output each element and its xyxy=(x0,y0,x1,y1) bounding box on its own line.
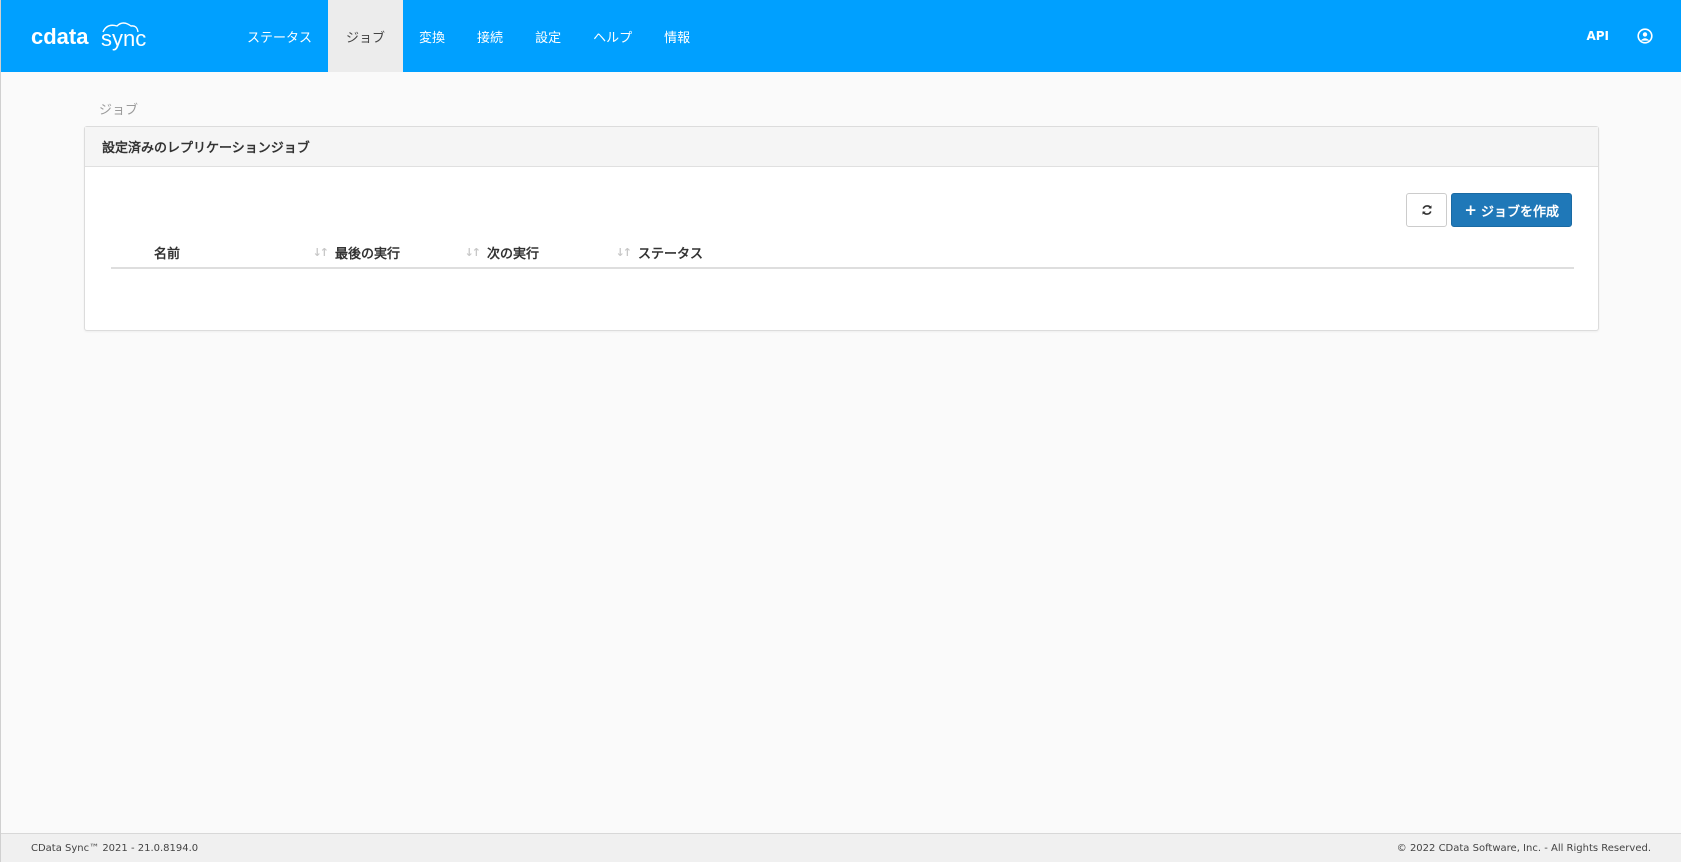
column-header-name[interactable]: 名前 ↓↑ xyxy=(111,237,335,269)
main-nav: ステータス ジョブ 変換 接続 設定 ヘルプ 情報 xyxy=(231,0,706,72)
sort-icon: ↓↑ xyxy=(464,245,482,259)
nav-jobs[interactable]: ジョブ xyxy=(328,0,404,72)
user-circle-icon[interactable] xyxy=(1637,28,1653,44)
table-header-row: 名前 ↓↑ 最後の実行 ↓↑ 次の実行 ↓↑ ステータス xyxy=(111,237,1574,269)
nav-right: API xyxy=(1586,0,1681,72)
nav-connections[interactable]: 接続 xyxy=(461,0,519,72)
panel-title: 設定済みのレプリケーションジョブ xyxy=(85,127,1598,167)
top-navbar: cdata sync ステータス ジョブ 変換 接続 設定 ヘルプ 情報 API xyxy=(1,0,1681,72)
panel-toolbar: + ジョブを作成 xyxy=(1406,193,1572,227)
column-label-last-run: 最後の実行 xyxy=(335,246,401,262)
plus-icon: + xyxy=(1464,200,1477,219)
svg-text:sync: sync xyxy=(101,26,146,51)
create-job-button[interactable]: + ジョブを作成 xyxy=(1451,193,1572,227)
jobs-panel: 設定済みのレプリケーションジョブ + ジョブを作成 名前 ↓↑ 最後の実行 ↓↑… xyxy=(84,126,1599,331)
nav-info[interactable]: 情報 xyxy=(648,0,706,72)
column-label-next-run: 次の実行 xyxy=(487,246,540,262)
footer: CData Sync™ 2021 - 21.0.8194.0 © 2022 CD… xyxy=(1,833,1681,862)
sort-icon: ↓↑ xyxy=(615,245,633,259)
jobs-table: 名前 ↓↑ 最後の実行 ↓↑ 次の実行 ↓↑ ステータス xyxy=(111,237,1574,269)
column-header-last-run[interactable]: 最後の実行 ↓↑ xyxy=(335,237,487,269)
footer-version: CData Sync™ 2021 - 21.0.8194.0 xyxy=(31,842,199,854)
column-header-status[interactable]: ステータス xyxy=(638,237,1574,269)
brand-logo[interactable]: cdata sync xyxy=(1,0,221,72)
panel-body: + ジョブを作成 名前 ↓↑ 最後の実行 ↓↑ 次の実行 ↓↑ ステータス xyxy=(85,167,1598,331)
svg-text:cdata: cdata xyxy=(31,24,89,49)
footer-copyright: © 2022 CData Software, Inc. - All Rights… xyxy=(1396,842,1651,854)
breadcrumb: ジョブ xyxy=(99,103,139,118)
refresh-icon xyxy=(1422,205,1432,215)
nav-settings[interactable]: 設定 xyxy=(519,0,577,72)
column-label-status: ステータス xyxy=(638,246,704,262)
column-label-name: 名前 xyxy=(154,246,181,262)
sort-icon: ↓↑ xyxy=(312,245,330,259)
nav-status[interactable]: ステータス xyxy=(231,0,328,72)
refresh-button[interactable] xyxy=(1406,193,1448,227)
cdata-sync-logo: cdata sync xyxy=(31,22,146,51)
nav-transformations[interactable]: 変換 xyxy=(403,0,461,72)
column-header-next-run[interactable]: 次の実行 ↓↑ xyxy=(487,237,638,269)
nav-help[interactable]: ヘルプ xyxy=(577,0,648,72)
nav-api-link[interactable]: API xyxy=(1586,29,1609,43)
create-job-label: ジョブを作成 xyxy=(1480,204,1559,220)
